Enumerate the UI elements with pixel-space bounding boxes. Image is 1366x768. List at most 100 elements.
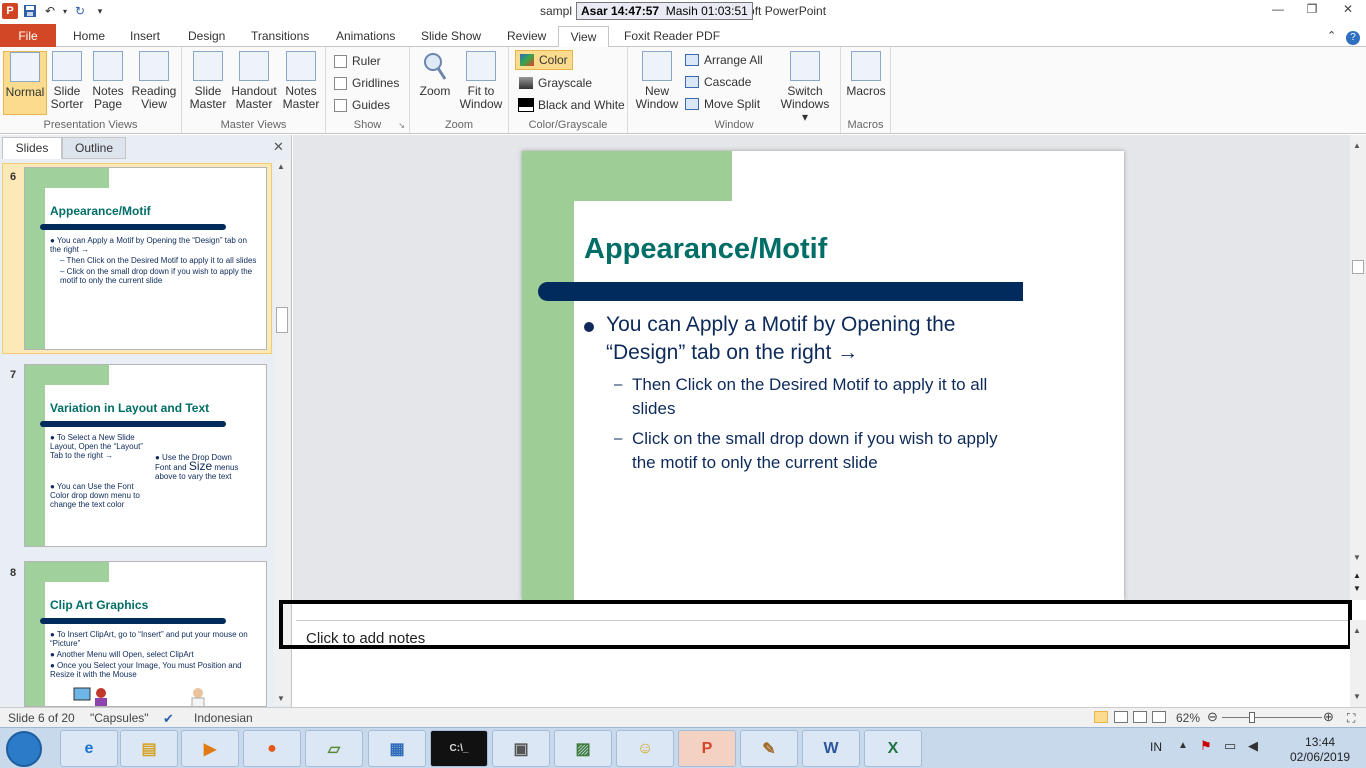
next-slide-icon[interactable]: ▼: [1353, 584, 1361, 593]
scroll-up-icon[interactable]: ▲: [1353, 626, 1361, 635]
scroll-down-icon[interactable]: ▼: [277, 694, 285, 703]
close-window-button[interactable]: ✕: [1334, 2, 1362, 20]
show-hidden-icons-icon[interactable]: ▲: [1178, 740, 1188, 751]
excel-icon[interactable]: X: [864, 730, 922, 767]
notes-page-button[interactable]: Notes Page: [86, 51, 130, 115]
current-slide[interactable]: Appearance/Motif You can Apply a Motif b…: [522, 151, 1124, 600]
firefox-icon[interactable]: ●: [243, 730, 301, 767]
gridlines-checkbox[interactable]: Gridlines: [334, 73, 399, 93]
internet-explorer-icon[interactable]: e: [60, 730, 118, 767]
tab-outline[interactable]: Outline: [62, 137, 126, 159]
slide-editor-scrollbar[interactable]: ▲ ▼ ▲ ▼: [1350, 135, 1366, 600]
switch-windows-button[interactable]: Switch Windows ▾: [780, 51, 830, 124]
tab-slides[interactable]: Slides: [2, 137, 62, 159]
word-icon[interactable]: W: [802, 730, 860, 767]
tab-slide-show[interactable]: Slide Show: [421, 26, 481, 47]
undo-dropdown-icon[interactable]: ▾: [62, 3, 68, 19]
slide-thumbnail-6[interactable]: Appearance/Motif ● You can Apply a Motif…: [24, 167, 267, 350]
color-button[interactable]: Color: [515, 50, 573, 70]
tab-review[interactable]: Review: [507, 26, 546, 47]
new-window-button[interactable]: New Window: [634, 51, 680, 115]
zoom-button[interactable]: Zoom: [414, 51, 456, 115]
command-prompt-icon[interactable]: C:\_: [430, 730, 488, 767]
volume-icon[interactable]: ◀: [1248, 738, 1258, 754]
handout-master-button[interactable]: Handout Master: [230, 51, 278, 115]
macros-button[interactable]: Macros: [844, 51, 888, 115]
network-tool-icon[interactable]: ▨: [554, 730, 612, 767]
slide-thumbnail-8[interactable]: Clip Art Graphics ● To Insert ClipArt, g…: [24, 561, 267, 707]
fit-to-window-button[interactable]: Fit to Window: [458, 51, 504, 115]
normal-view-button[interactable]: Normal: [3, 51, 47, 115]
tab-foxit-reader-pdf[interactable]: Foxit Reader PDF: [624, 26, 720, 47]
input-language[interactable]: IN: [1150, 740, 1162, 754]
tab-design[interactable]: Design: [188, 26, 225, 47]
close-pane-icon[interactable]: ✕: [273, 139, 284, 155]
file-explorer-icon[interactable]: ▤: [120, 730, 178, 767]
grayscale-button[interactable]: Grayscale: [519, 73, 592, 93]
tab-animations[interactable]: Animations: [336, 26, 395, 47]
help-icon[interactable]: ?: [1346, 26, 1360, 47]
move-split-button[interactable]: Move Split: [685, 94, 760, 114]
thumb-title: Variation in Layout and Text: [50, 401, 210, 415]
redo-icon[interactable]: ↻: [72, 3, 88, 19]
cascade-button[interactable]: Cascade: [685, 72, 751, 92]
scroll-down-icon[interactable]: ▼: [1353, 553, 1361, 562]
show-dialog-launcher-icon[interactable]: ↘: [398, 121, 405, 130]
arrange-all-button[interactable]: Arrange All: [685, 50, 763, 70]
network-icon[interactable]: ▭: [1224, 738, 1236, 754]
minimize-button[interactable]: —: [1264, 2, 1292, 20]
scroll-up-icon[interactable]: ▲: [1353, 141, 1361, 150]
spelling-check-icon[interactable]: ✔: [163, 711, 174, 727]
slide-master-button[interactable]: Slide Master: [186, 51, 230, 115]
calculator-icon[interactable]: ▣: [492, 730, 550, 767]
scroll-down-icon[interactable]: ▼: [1353, 692, 1361, 701]
clock[interactable]: 13:44 02/06/2019: [1290, 735, 1350, 765]
slide-title[interactable]: Appearance/Motif: [584, 233, 827, 266]
tab-home[interactable]: Home: [73, 26, 105, 47]
slide-content[interactable]: You can Apply a Motif by Opening the “Des…: [584, 311, 1104, 475]
zoom-in-icon[interactable]: ⊕: [1323, 709, 1334, 725]
notes-master-button[interactable]: Notes Master: [279, 51, 323, 115]
fit-slide-icon[interactable]: ⛶: [1347, 711, 1355, 726]
tab-transitions[interactable]: Transitions: [251, 26, 309, 47]
start-button-icon[interactable]: [6, 731, 42, 767]
notes-scrollbar[interactable]: ▲ ▼: [1350, 620, 1366, 707]
ruler-checkbox[interactable]: Ruler: [334, 51, 381, 71]
normal-view-status-icon[interactable]: [1094, 711, 1108, 723]
slide-thumbnail-7[interactable]: Variation in Layout and Text ● To Select…: [24, 364, 267, 547]
scroll-thumb[interactable]: [1352, 260, 1364, 274]
slide-sorter-button[interactable]: Slide Sorter: [45, 51, 89, 115]
notes-app-icon[interactable]: ▱: [305, 730, 363, 767]
action-center-icon[interactable]: ⚑: [1200, 738, 1212, 754]
zoom-slider-thumb[interactable]: [1249, 712, 1255, 723]
reading-view-status-icon[interactable]: [1133, 711, 1147, 723]
zoom-slider[interactable]: [1222, 717, 1322, 718]
black-and-white-button[interactable]: Black and White: [518, 95, 625, 115]
slide-show-status-icon[interactable]: [1152, 711, 1166, 723]
scroll-thumb[interactable]: [276, 307, 288, 333]
language[interactable]: Indonesian: [194, 711, 253, 725]
tab-insert[interactable]: Insert: [130, 26, 160, 47]
powerpoint-taskbar-icon[interactable]: P: [678, 730, 736, 767]
tab-view[interactable]: View: [558, 26, 609, 48]
support-agent-icon[interactable]: ☺: [616, 730, 674, 767]
paint-icon[interactable]: ✎: [740, 730, 798, 767]
normal-view-label: Normal: [5, 85, 45, 99]
customize-qat-icon[interactable]: ▾: [92, 3, 108, 19]
undo-icon[interactable]: ↶: [42, 3, 58, 19]
reading-view-button[interactable]: Reading View: [131, 51, 177, 115]
slide-sorter-status-icon[interactable]: [1114, 711, 1128, 723]
color-swatch-icon: [520, 54, 534, 66]
zoom-out-icon[interactable]: ⊖: [1207, 709, 1218, 725]
previous-slide-icon[interactable]: ▲: [1353, 571, 1361, 580]
media-player-icon[interactable]: ▶: [181, 730, 239, 767]
save-icon[interactable]: [22, 3, 38, 19]
minimize-ribbon-icon[interactable]: ⌃: [1327, 26, 1336, 47]
guides-checkbox[interactable]: Guides: [334, 95, 390, 115]
tab-file[interactable]: File: [0, 24, 56, 47]
restore-button[interactable]: ❐: [1298, 2, 1326, 20]
zoom-level[interactable]: 62%: [1176, 711, 1200, 725]
scroll-up-icon[interactable]: ▲: [277, 162, 285, 171]
powerpoint-logo-icon[interactable]: P: [2, 3, 18, 19]
control-panel-icon[interactable]: ▦: [368, 730, 426, 767]
